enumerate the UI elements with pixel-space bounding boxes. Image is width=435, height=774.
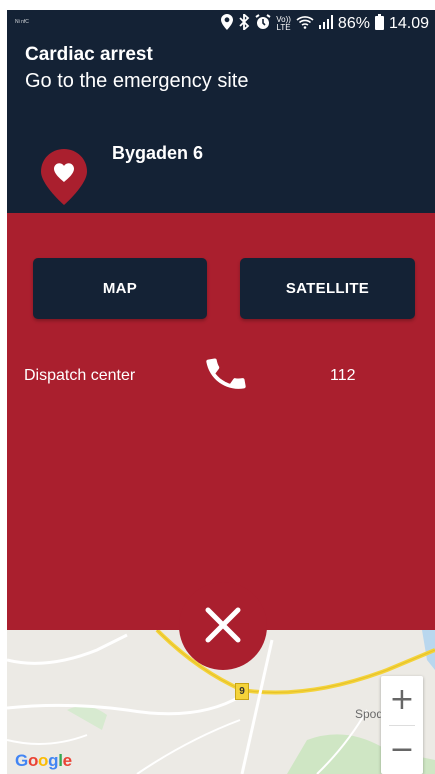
google-logo: Google (15, 751, 72, 770)
lte-label: LTE (276, 22, 291, 32)
map-button[interactable]: MAP (33, 258, 207, 319)
alert-title: Cardiac arrest (25, 44, 153, 65)
zoom-out-button[interactable]: − (381, 726, 423, 774)
battery-percent: 86% (337, 14, 370, 32)
wifi-icon (296, 15, 314, 32)
clock: 14.09 (388, 14, 429, 32)
zoom-in-button[interactable]: + (381, 676, 423, 724)
status-left-text: Ni nfC (15, 19, 29, 25)
volte-icon: Vo)) LTE (276, 15, 291, 32)
action-panel: MAP SATELLITE Dispatch center 112 (7, 213, 435, 630)
phone-icon[interactable] (203, 351, 249, 397)
alert-subtitle: Go to the emergency site (25, 70, 249, 92)
dispatch-number: 112 (330, 367, 356, 384)
battery-icon (374, 14, 384, 33)
close-icon (205, 607, 241, 643)
signal-icon (318, 15, 333, 32)
location-icon (221, 14, 234, 33)
dispatch-center-label: Dispatch center (24, 367, 136, 384)
app-screen: Ni nfC Vo)) LTE 86% 14.09 Cardiac arrest… (7, 10, 435, 774)
zoom-controls: + − (381, 676, 423, 774)
incident-address: Bygaden 6 (112, 143, 204, 163)
close-button[interactable] (179, 582, 267, 670)
status-bar: Ni nfC Vo)) LTE 86% 14.09 (7, 10, 435, 38)
heart-location-pin-icon (41, 149, 87, 205)
bluetooth-icon (238, 12, 250, 33)
status-right: Vo)) LTE 86% 14.09 (221, 12, 429, 33)
alarm-icon (255, 14, 271, 33)
alert-header: Ni nfC Vo)) LTE 86% 14.09 Cardiac arrest… (7, 10, 435, 213)
satellite-button[interactable]: SATELLITE (240, 258, 415, 319)
road-number-badge: 9 (235, 683, 249, 700)
